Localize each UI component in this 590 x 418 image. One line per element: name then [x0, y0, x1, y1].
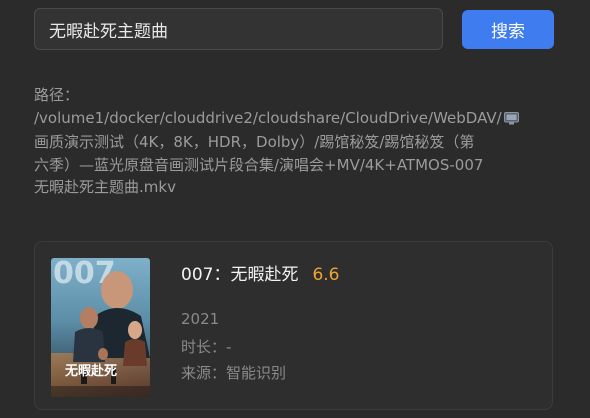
path-line: /volume1/docker/clouddrive2/cloudshare/C…: [34, 107, 554, 132]
path-line: 六季）—蓝光原盘音画测试片段合集/演唱会+MV/4K+ATMOS-007: [34, 155, 484, 174]
rating-score: 6.6: [312, 265, 340, 285]
search-button[interactable]: 搜索: [462, 10, 554, 49]
release-year: 2021: [181, 310, 220, 328]
duration: 时长：-: [181, 338, 232, 356]
search-input[interactable]: [34, 8, 443, 50]
path-line: 无暇赴死主题曲.mkv: [34, 178, 176, 196]
monitor-icon: [503, 109, 519, 132]
movie-poster[interactable]: 007 无暇赴死: [51, 258, 150, 397]
path-label: 路径：: [34, 86, 80, 104]
path-line: 画质演示测试（4K，8K，HDR，Dolby）/踢馆秘笈/踢馆秘笈（第: [34, 133, 475, 151]
poster-title: 无暇赴死: [64, 363, 117, 379]
movie-title[interactable]: 007：无暇赴死 6.6: [181, 260, 340, 285]
result-card[interactable]: 007 无暇赴死 007：无暇赴死 6.6 2021 时长：- 来源：智能识别: [34, 241, 553, 410]
file-path: 路径： /volume1/docker/clouddrive2/cloudsha…: [34, 84, 554, 199]
source: 来源：智能识别: [181, 364, 287, 382]
page: 搜索 路径： /volume1/docker/clouddrive2/cloud…: [0, 0, 590, 418]
